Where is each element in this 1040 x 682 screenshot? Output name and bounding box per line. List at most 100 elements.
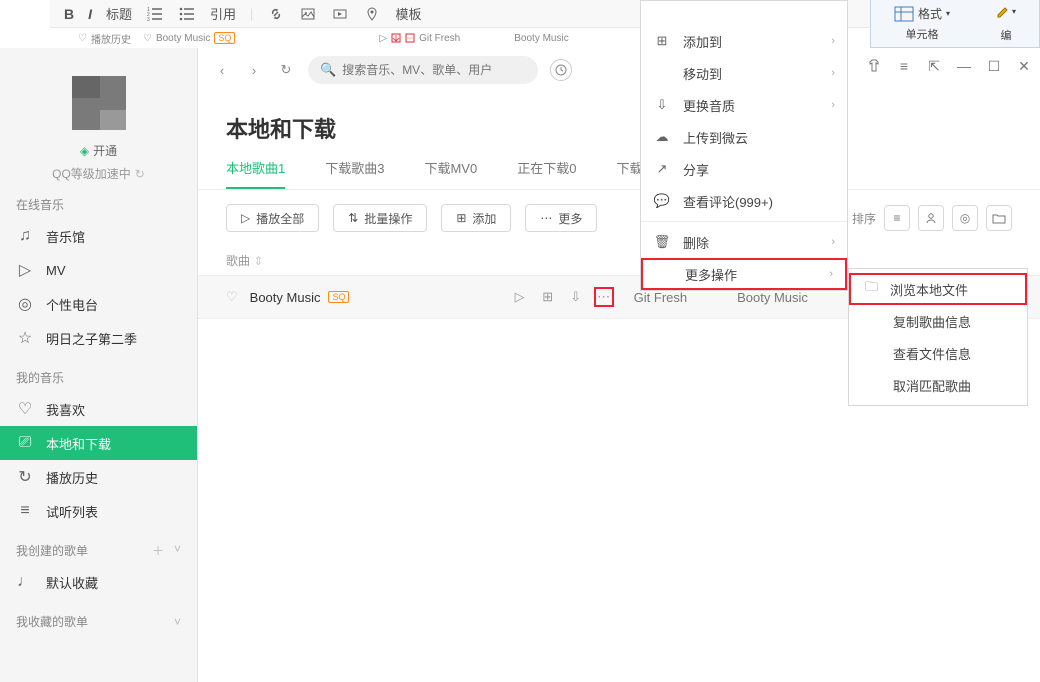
chevron-right-icon: › — [831, 67, 835, 79]
tab-downloaded-mv[interactable]: 下载MV0 — [424, 158, 477, 189]
refresh-icon: ↻ — [135, 167, 145, 181]
image-icon[interactable] — [299, 5, 317, 23]
group-created[interactable]: 我创建的歌单＋˅ — [0, 528, 197, 565]
minimize-button[interactable]: — — [956, 58, 972, 74]
menu-button[interactable]: ≡ — [896, 58, 912, 74]
song-meta: Git Fresh Booty Music — [634, 290, 808, 305]
location-icon[interactable] — [363, 5, 381, 23]
italic-button[interactable]: I — [88, 6, 92, 22]
chevron-down-icon[interactable]: ˅ — [174, 542, 181, 559]
tab-downloading[interactable]: 正在下载0 — [517, 158, 576, 189]
tab-actions[interactable]: ▷ Git Fresh — [379, 33, 460, 44]
star-icon: ☆ — [16, 328, 34, 348]
view-artist-button[interactable] — [918, 205, 944, 231]
close-button[interactable]: ✕ — [1016, 58, 1032, 74]
sidebar-item-trial[interactable]: ≡试听列表 — [0, 494, 197, 528]
search-input[interactable] — [342, 63, 526, 77]
search-icon: 🔍 — [320, 62, 336, 78]
template-button[interactable]: 模板 — [395, 4, 421, 23]
sidebar-item-mv[interactable]: ▷MV — [0, 253, 197, 287]
plus-icon[interactable]: ＋ — [152, 542, 164, 559]
quote-button[interactable]: 引用 — [210, 4, 236, 23]
cm-more-ops[interactable]: 更多操作› — [641, 258, 847, 290]
bold-button[interactable]: B — [64, 6, 74, 22]
tab-booty-1[interactable]: ♡ Booty Music SQ — [143, 32, 235, 44]
heart-icon: ♡ — [16, 399, 34, 419]
svg-text:3: 3 — [147, 17, 150, 22]
forward-button[interactable]: › — [244, 60, 264, 80]
chevron-right-icon: › — [831, 236, 835, 248]
unordered-list-icon[interactable] — [178, 5, 196, 23]
add-button[interactable]: ⊞添加 — [441, 204, 511, 232]
sidebar-item-default-fav[interactable]: ♩默认收藏 — [0, 565, 197, 599]
cm-quality[interactable]: ⇩更换音质› — [641, 89, 847, 121]
skin-button[interactable] — [866, 58, 882, 74]
tab-downloaded-songs[interactable]: 下载歌曲3 — [325, 158, 384, 189]
sm-copy-info[interactable]: 复制歌曲信息 — [849, 305, 1027, 337]
view-folder-button[interactable] — [986, 205, 1012, 231]
col-song[interactable]: 歌曲 ⇕ — [226, 252, 526, 269]
tab-history[interactable]: ♡ 播放历史 — [78, 31, 131, 46]
artist-label[interactable]: Git Fresh — [634, 290, 687, 305]
format-dropdown[interactable]: 格式▾ 单元格 — [894, 5, 950, 42]
cm-delete[interactable]: 🗑删除› — [641, 226, 847, 258]
view-album-button[interactable]: ◎ — [952, 205, 978, 231]
video-icon[interactable] — [331, 5, 349, 23]
mini-button[interactable]: ⇱ — [926, 58, 942, 74]
ordered-list-icon[interactable]: 123 — [146, 5, 164, 23]
sm-file-info[interactable]: 查看文件信息 — [849, 337, 1027, 369]
tabs-row: 本地歌曲1 下载歌曲3 下载MV0 正在下载0 下载历史 — [198, 158, 1040, 190]
cm-move-to[interactable]: 移动到› — [641, 57, 847, 89]
cm-upload[interactable]: ☁上传到微云 — [641, 121, 847, 153]
cm-add-to[interactable]: ⊞添加到› — [641, 25, 847, 57]
sidebar-item-radio[interactable]: ◎个性电台 — [0, 287, 197, 321]
diamond-icon: ◈ — [80, 144, 89, 158]
edit-section[interactable]: ▾ 编 — [996, 5, 1016, 43]
chevron-down-icon[interactable]: ˅ — [174, 615, 181, 629]
more-button[interactable]: ⋯更多 — [525, 204, 597, 232]
cloud-icon: ☁ — [653, 129, 671, 145]
sm-browse-local[interactable]: 🗀浏览本地文件 — [849, 273, 1027, 305]
sm-unmatch[interactable]: 取消匹配歌曲 — [849, 369, 1027, 401]
open-vip[interactable]: ◈开通 — [0, 142, 197, 159]
link-icon[interactable] — [267, 5, 285, 23]
submenu-more-ops: 🗀浏览本地文件 复制歌曲信息 查看文件信息 取消匹配歌曲 — [848, 268, 1028, 406]
sidebar-item-history[interactable]: ↻播放历史 — [0, 460, 197, 494]
share-icon: ↗ — [653, 161, 671, 177]
music-note-icon: ♩ — [16, 573, 34, 591]
batch-icon: ⇅ — [348, 211, 358, 225]
download-button[interactable]: ⇩ — [566, 287, 586, 307]
batch-button[interactable]: ⇅批量操作 — [333, 204, 427, 232]
play-button[interactable]: ▷ — [510, 287, 530, 307]
qq-level[interactable]: QQ等级加速中↻ — [0, 165, 197, 182]
avatar[interactable] — [72, 76, 126, 130]
song-actions: ▷ ⊞ ⇩ ⋯ — [510, 287, 614, 307]
cm-comments[interactable]: 💬查看评论(999+) — [641, 185, 847, 217]
heart-icon[interactable]: ♡ — [226, 289, 238, 305]
back-button[interactable]: ‹ — [212, 60, 232, 80]
view-list-button[interactable]: ≡ — [884, 205, 910, 231]
album-label[interactable]: Booty Music — [737, 290, 808, 305]
heading-button[interactable]: 标题 — [106, 4, 132, 23]
history-button[interactable] — [550, 59, 572, 81]
folder-icon: 🗀 — [865, 278, 878, 300]
reload-button[interactable]: ↻ — [276, 60, 296, 80]
tab-local-songs[interactable]: 本地歌曲1 — [226, 158, 285, 189]
group-favs[interactable]: 我收藏的歌单˅ — [0, 599, 197, 636]
sidebar-item-local-download[interactable]: ⎚本地和下载 — [0, 426, 197, 460]
sort-icon: ⇕ — [253, 254, 263, 268]
sidebar-item-tomorrow[interactable]: ☆明日之子第二季 — [0, 321, 197, 355]
tab-booty-2[interactable]: Booty Music — [514, 33, 568, 44]
song-more-button[interactable]: ⋯ — [594, 287, 614, 307]
maximize-button[interactable]: ☐ — [986, 58, 1002, 74]
group-mine: 我的音乐 — [0, 355, 197, 392]
cm-share[interactable]: ↗分享 — [641, 153, 847, 185]
list-icon: ≡ — [16, 502, 34, 520]
sort-label[interactable]: 排序 — [852, 210, 876, 227]
play-all-button[interactable]: ▷播放全部 — [226, 204, 319, 232]
plus-icon: ⊞ — [456, 211, 466, 225]
add-to-button[interactable]: ⊞ — [538, 287, 558, 307]
sidebar-item-like[interactable]: ♡我喜欢 — [0, 392, 197, 426]
sidebar-item-music-hall[interactable]: ♫音乐馆 — [0, 219, 197, 253]
search-box[interactable]: 🔍 — [308, 56, 538, 84]
